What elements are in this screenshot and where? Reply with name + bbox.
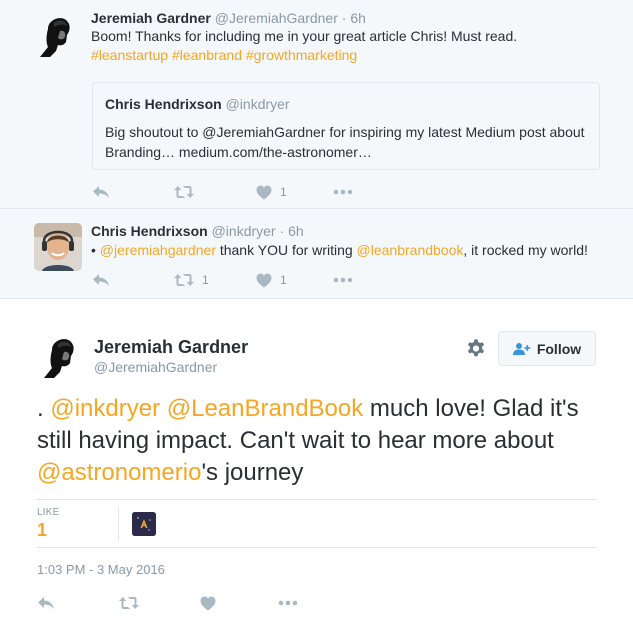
more-icon (278, 600, 298, 606)
tweet-text: Boom! Thanks for including me in your gr… (91, 27, 601, 65)
tweet-actions (37, 593, 337, 613)
retweet-button[interactable] (174, 182, 194, 202)
quote-author-name: Chris Hendrixson (105, 96, 222, 112)
likes-count[interactable]: 1 (37, 520, 47, 541)
heart-icon (200, 596, 216, 610)
quote-author-handle: @inkdryer (225, 96, 290, 112)
retweet-button[interactable]: 1 (174, 270, 209, 290)
follow-label: Follow (536, 340, 582, 357)
follow-button[interactable]: Follow (498, 331, 596, 366)
mention-link[interactable]: @inkdryer (50, 395, 160, 422)
reply-button[interactable] (92, 270, 110, 290)
heart-icon (256, 273, 272, 287)
gear-button[interactable] (465, 338, 487, 360)
gear-icon (467, 339, 485, 357)
reply-icon (93, 186, 109, 198)
retweet-icon (174, 186, 194, 198)
more-icon (333, 189, 353, 195)
divider (118, 507, 119, 541)
tweet-actions: 1 1 (92, 270, 392, 290)
tweet-text: . @inkdryer @LeanBrandBook much love! Gl… (37, 395, 579, 486)
reply-button[interactable] (92, 182, 110, 202)
tweet-text: • @jeremiahgardner thank YOU for writing… (91, 242, 588, 258)
mention-link[interactable]: @leanbrandbook (357, 242, 464, 258)
hashtags[interactable]: #leanstartup #leanbrand #growthmarketing (91, 46, 601, 65)
avatar[interactable] (34, 9, 82, 57)
author-name[interactable]: Jeremiah Gardner (91, 10, 211, 26)
retweet-count: 1 (202, 273, 209, 287)
author-handle[interactable]: @JeremiahGardner (94, 359, 217, 375)
divider (37, 499, 597, 500)
divider (37, 547, 597, 548)
retweet-icon (174, 274, 194, 286)
thread-tweet[interactable]: Jeremiah Gardner @JeremiahGardner · 6h B… (0, 0, 633, 209)
reply-icon (93, 274, 109, 286)
like-count: 1 (280, 185, 287, 199)
mention-link[interactable]: @jeremiahgardner (100, 242, 216, 258)
tweet-header: Jeremiah Gardner @JeremiahGardner · 6h (91, 10, 366, 26)
author-name[interactable]: Jeremiah Gardner (94, 337, 248, 358)
avatar[interactable] (34, 223, 82, 271)
thread-tweet[interactable]: Chris Hendrixson @inkdryer · 6h • @jerem… (0, 209, 633, 299)
more-icon (333, 277, 353, 283)
more-button[interactable] (333, 270, 353, 290)
author-handle[interactable]: @inkdryer (212, 223, 276, 239)
mention-link[interactable]: @astronomerio (37, 459, 201, 486)
like-button[interactable] (200, 593, 216, 613)
more-button[interactable] (333, 182, 353, 202)
quoted-tweet[interactable]: Chris Hendrixson @inkdryer Big shoutout … (92, 82, 600, 170)
liker-avatar[interactable] (132, 512, 156, 536)
retweet-icon (119, 597, 139, 609)
add-user-icon (512, 342, 531, 355)
like-count: 1 (280, 273, 287, 287)
tweet-time[interactable]: 6h (350, 10, 366, 26)
likes-label: LIKE (37, 507, 60, 518)
mention-link[interactable]: @LeanBrandBook (167, 395, 364, 422)
more-button[interactable] (278, 593, 298, 613)
retweet-button[interactable] (119, 593, 139, 613)
avatar[interactable] (38, 330, 86, 378)
tweet-timestamp[interactable]: 1:03 PM - 3 May 2016 (37, 562, 165, 577)
quote-text: Big shoutout to @JeremiahGardner for ins… (105, 124, 585, 160)
tweet-actions: 1 (92, 182, 392, 202)
like-button[interactable]: 1 (256, 270, 287, 290)
tweet-header: Chris Hendrixson @inkdryer · 6h (91, 223, 304, 239)
tweet-time[interactable]: 6h (288, 223, 304, 239)
like-button[interactable]: 1 (256, 182, 287, 202)
conversation-thread: Jeremiah Gardner @JeremiahGardner · 6h B… (0, 0, 633, 299)
reply-icon (38, 597, 54, 609)
author-name[interactable]: Chris Hendrixson (91, 223, 208, 239)
author-handle[interactable]: @JeremiahGardner (215, 10, 338, 26)
heart-icon (256, 185, 272, 199)
reply-button[interactable] (37, 593, 55, 613)
